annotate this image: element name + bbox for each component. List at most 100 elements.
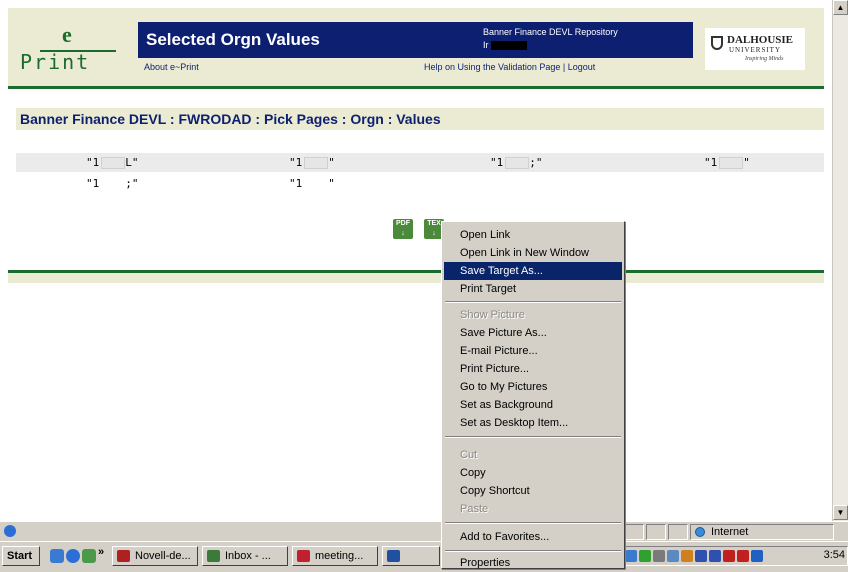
ie-page-icon bbox=[4, 525, 16, 537]
footer-band bbox=[8, 273, 824, 283]
scroll-down-icon[interactable]: ▼ bbox=[833, 505, 848, 520]
status-cell bbox=[646, 524, 666, 540]
value-cell[interactable]: "1 " bbox=[704, 156, 750, 169]
taskbar-meeting[interactable]: meeting... bbox=[292, 546, 378, 566]
value-prefix: "1 bbox=[289, 156, 303, 169]
start-button[interactable]: Start bbox=[2, 546, 40, 566]
value-cell[interactable]: "1 L" bbox=[86, 156, 139, 169]
norton-icon[interactable] bbox=[737, 550, 749, 562]
globe-icon bbox=[695, 527, 705, 537]
tray-icon[interactable] bbox=[695, 550, 707, 562]
user-prefix: Ir bbox=[483, 40, 489, 50]
value-suffix: ;" bbox=[125, 177, 139, 190]
menu-save-picture[interactable]: Save Picture As... bbox=[444, 324, 622, 342]
redacted-block bbox=[101, 157, 126, 169]
repository-label: Banner Finance DEVL Repository bbox=[483, 27, 618, 37]
university-sub: UNIVERSITY bbox=[729, 46, 781, 54]
meeting-icon bbox=[297, 550, 310, 562]
user-label: Ir bbox=[483, 40, 527, 51]
clock: 3:54 bbox=[823, 549, 845, 561]
value-prefix: "1 bbox=[86, 177, 100, 190]
title-bar: Selected Orgn Values Banner Finance DEVL… bbox=[138, 22, 693, 58]
desktop-icon[interactable] bbox=[50, 549, 64, 563]
university-tagline: Inspiring Minds bbox=[745, 56, 784, 62]
taskbar-label: meeting... bbox=[315, 550, 364, 562]
menu-print-target[interactable]: Print Target bbox=[444, 280, 622, 298]
breadcrumb-text: Banner Finance DEVL : FWRODAD : Pick Pag… bbox=[20, 111, 441, 127]
menu-add-favorites[interactable]: Add to Favorites... bbox=[444, 528, 622, 546]
menu-go-to-pictures[interactable]: Go to My Pictures bbox=[444, 378, 622, 396]
quicklaunch-icon[interactable] bbox=[82, 549, 96, 563]
menu-separator bbox=[445, 436, 621, 438]
value-suffix: " bbox=[328, 156, 335, 169]
help-logout-link[interactable]: Help on Using the Validation Page | Logo… bbox=[424, 62, 595, 72]
value-cell[interactable]: "1 " bbox=[289, 177, 335, 190]
logo-print: Print bbox=[20, 50, 91, 74]
status-cell bbox=[668, 524, 688, 540]
quicklaunch-chevron[interactable]: » bbox=[98, 546, 104, 558]
redacted-block bbox=[490, 41, 527, 51]
menu-set-desktop-item[interactable]: Set as Desktop Item... bbox=[444, 414, 622, 432]
taskbar: Start » Novell-de... Inbox - ... meeting… bbox=[0, 541, 848, 569]
taskbar-novell[interactable]: Novell-de... bbox=[112, 546, 198, 566]
status-bar: Internet bbox=[0, 521, 848, 541]
context-menu: Open Link Open Link in New Window Save T… bbox=[441, 221, 625, 569]
tray-icon[interactable] bbox=[751, 550, 763, 562]
redacted-block bbox=[719, 157, 744, 169]
menu-copy[interactable]: Copy bbox=[444, 464, 622, 482]
tray-icon[interactable] bbox=[639, 550, 651, 562]
menu-print-picture[interactable]: Print Picture... bbox=[444, 360, 622, 378]
text-label: TEX bbox=[427, 220, 441, 227]
dalhousie-logo: DALHOUSIE UNIVERSITY Inspiring Minds bbox=[705, 28, 805, 70]
menu-properties[interactable]: Properties bbox=[444, 554, 622, 572]
tray-icon[interactable] bbox=[653, 550, 665, 562]
tray-icon[interactable] bbox=[723, 550, 735, 562]
value-cell[interactable]: "1 ;" bbox=[490, 156, 543, 169]
value-cell[interactable]: "1 " bbox=[289, 156, 335, 169]
menu-cut[interactable]: Cut bbox=[444, 446, 622, 464]
menu-separator bbox=[445, 522, 621, 524]
value-suffix: L" bbox=[125, 156, 139, 169]
about-eprint-link[interactable]: About e~Print bbox=[144, 62, 199, 72]
crest-icon bbox=[711, 36, 723, 50]
taskbar-window[interactable] bbox=[382, 546, 440, 566]
menu-open-new-window[interactable]: Open Link in New Window bbox=[444, 244, 622, 262]
value-prefix: "1 bbox=[289, 177, 303, 190]
menu-copy-shortcut[interactable]: Copy Shortcut bbox=[444, 482, 622, 500]
menu-email-picture[interactable]: E-mail Picture... bbox=[444, 342, 622, 360]
value-cell[interactable]: "1 ;" bbox=[86, 177, 139, 190]
tray-icon[interactable] bbox=[667, 550, 679, 562]
pdf-export-icon[interactable]: PDF ↓ bbox=[393, 219, 413, 239]
pdf-label: PDF bbox=[396, 220, 410, 227]
menu-save-target[interactable]: Save Target As... bbox=[444, 262, 622, 280]
zone-label: Internet bbox=[711, 526, 749, 538]
eprint-logo[interactable]: e Print bbox=[18, 20, 138, 80]
window-icon bbox=[387, 550, 400, 562]
value-suffix: ;" bbox=[529, 156, 543, 169]
menu-set-background[interactable]: Set as Background bbox=[444, 396, 622, 414]
inbox-icon bbox=[207, 550, 220, 562]
tray-icon[interactable] bbox=[625, 550, 637, 562]
eprint-header: e Print Selected Orgn Values Banner Fina… bbox=[8, 8, 824, 88]
taskbar-label: Novell-de... bbox=[135, 550, 191, 562]
vertical-scrollbar[interactable]: ▲ ▼ bbox=[832, 0, 848, 521]
breadcrumb: Banner Finance DEVL : FWRODAD : Pick Pag… bbox=[16, 108, 824, 130]
page-title: Selected Orgn Values bbox=[146, 30, 320, 49]
university-name: DALHOUSIE bbox=[727, 34, 794, 46]
taskbar-label: Inbox - ... bbox=[225, 550, 271, 562]
tray-icon[interactable] bbox=[709, 550, 721, 562]
logo-e: e bbox=[62, 22, 72, 47]
tray-icon[interactable] bbox=[681, 550, 693, 562]
taskbar-inbox[interactable]: Inbox - ... bbox=[202, 546, 288, 566]
menu-open-link[interactable]: Open Link bbox=[444, 226, 622, 244]
redacted-block bbox=[304, 157, 329, 169]
system-tray: 3:54 bbox=[620, 546, 848, 566]
novell-icon bbox=[117, 550, 130, 562]
menu-separator bbox=[445, 550, 621, 552]
value-suffix: " bbox=[743, 156, 750, 169]
menu-paste[interactable]: Paste bbox=[444, 500, 622, 518]
scroll-up-icon[interactable]: ▲ bbox=[833, 0, 848, 15]
status-cell bbox=[624, 524, 644, 540]
menu-show-picture[interactable]: Show Picture bbox=[444, 306, 622, 324]
ie-icon[interactable] bbox=[66, 549, 80, 563]
